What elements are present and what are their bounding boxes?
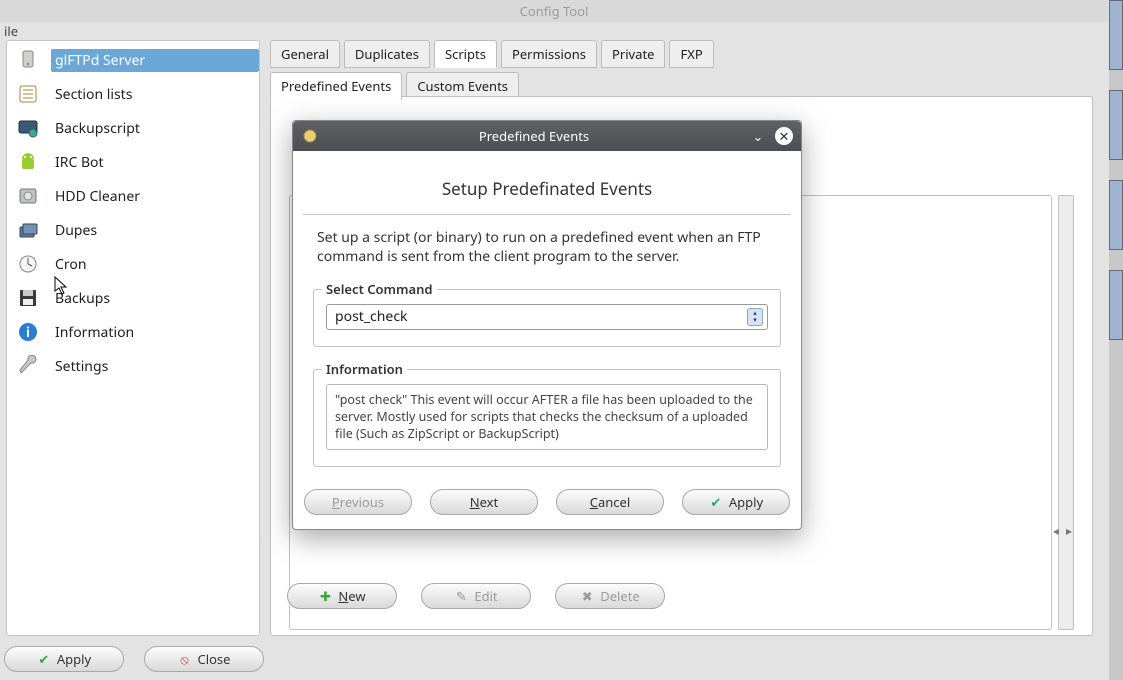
dialog-titlebar[interactable]: Predefined Events ⌄ ✕ bbox=[293, 121, 801, 151]
tab-scripts[interactable]: Scripts bbox=[434, 40, 497, 68]
select-command-fieldset: Select Command post_check ▴▾ bbox=[313, 289, 781, 347]
chevron-down-icon[interactable]: ⌄ bbox=[749, 127, 767, 145]
next-button[interactable]: Next bbox=[430, 489, 538, 515]
information-text: "post check" This event will occur AFTER… bbox=[326, 384, 768, 450]
dialog-title: Predefined Events bbox=[319, 127, 749, 145]
dialog-description: Set up a script (or binary) to run on a … bbox=[303, 229, 791, 267]
dialog-body: Setup Predefinated Events Set up a scrip… bbox=[293, 151, 801, 529]
tab-predefined-events[interactable]: Predefined Events bbox=[270, 72, 402, 100]
app-icon bbox=[301, 127, 319, 145]
information-fieldset: Information "post check" This event will… bbox=[313, 369, 781, 467]
select-command-value: post_check bbox=[335, 307, 408, 326]
check-icon: ✔ bbox=[709, 495, 723, 509]
cancel-button[interactable]: Cancel bbox=[556, 489, 664, 515]
predefined-events-dialog: Predefined Events ⌄ ✕ Setup Predefinated… bbox=[292, 120, 802, 530]
dialog-button-row: Previous Next Cancel ✔Apply bbox=[303, 489, 791, 515]
dialog-apply-button[interactable]: ✔Apply bbox=[682, 489, 790, 515]
select-command-combobox[interactable]: post_check ▴▾ bbox=[326, 304, 768, 330]
divider bbox=[303, 214, 791, 215]
dialog-heading: Setup Predefinated Events bbox=[303, 177, 791, 200]
close-icon[interactable]: ✕ bbox=[775, 127, 793, 145]
combobox-arrows-icon[interactable]: ▴▾ bbox=[747, 308, 763, 326]
select-command-legend: Select Command bbox=[322, 280, 437, 298]
information-legend: Information bbox=[322, 360, 407, 378]
previous-button[interactable]: Previous bbox=[304, 489, 412, 515]
